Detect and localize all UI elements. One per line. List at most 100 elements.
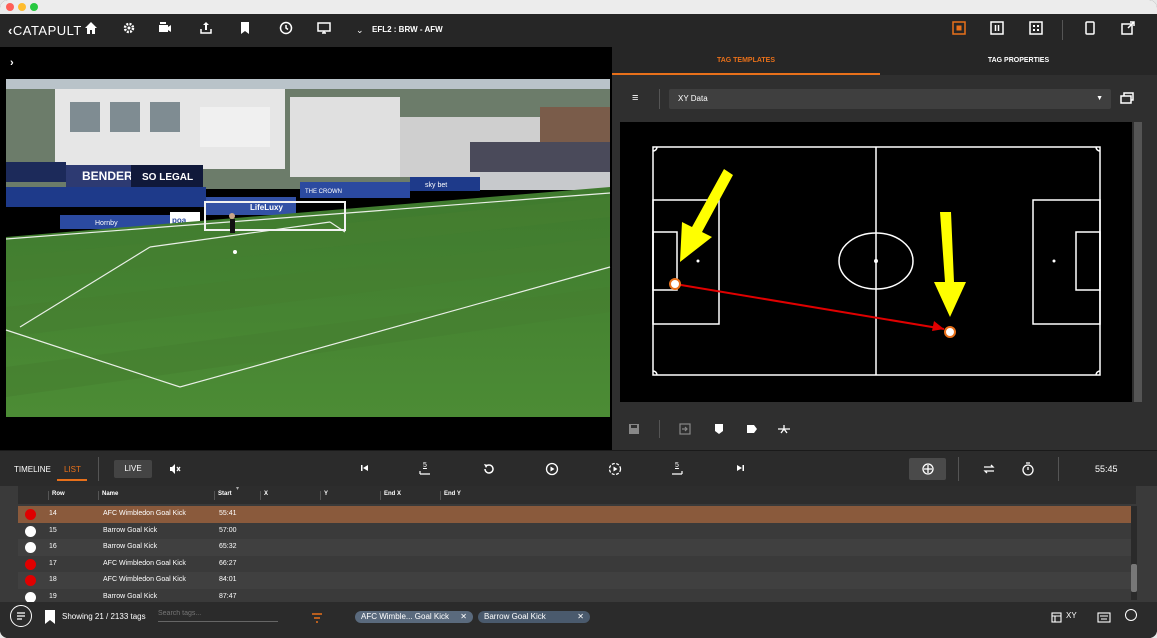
- bookmarks-icon[interactable]: [43, 609, 57, 630]
- table-scrollbar[interactable]: [1131, 506, 1137, 600]
- banner-lifeluxy: LifeLuxy: [250, 203, 283, 212]
- upload-icon[interactable]: [199, 21, 213, 39]
- crosshair-icon: [922, 463, 934, 475]
- table-row[interactable]: 17 AFC Wimbledon Goal Kick 66:27: [18, 555, 1136, 573]
- video-player[interactable]: › BENDER SO LEGAL LifeLuxy Hornby poa TH…: [0, 47, 612, 450]
- zoom-window-button[interactable]: [30, 3, 38, 11]
- table-row[interactable]: 15 Barrow Goal Kick 57:00: [18, 522, 1136, 540]
- mute-icon[interactable]: [168, 462, 182, 479]
- frame-step-icon[interactable]: [608, 462, 622, 479]
- right-penalty-box: [1032, 199, 1101, 325]
- clock-icon[interactable]: [279, 21, 293, 39]
- timeline-divider-time: [1058, 457, 1059, 481]
- camera-icon[interactable]: [158, 21, 172, 39]
- import-icon[interactable]: [679, 422, 691, 440]
- tag-start: 57:00: [219, 526, 237, 534]
- tag-start: 65:32: [219, 543, 237, 550]
- replay-icon[interactable]: [482, 462, 496, 479]
- timeline-divider-right: [958, 457, 959, 481]
- filter-chip-label: AFC Wimble... Goal Kick: [361, 612, 450, 621]
- video-frame: BENDER SO LEGAL LifeLuxy Hornby poa THE …: [5, 79, 611, 417]
- banner-sky-bet: sky bet: [425, 182, 447, 189]
- shield-tag-icon[interactable]: [713, 422, 725, 440]
- team-color-dot: [25, 558, 36, 570]
- column-row[interactable]: Row: [48, 491, 65, 500]
- table-view-icon[interactable]: [1051, 610, 1062, 628]
- list-menu-button[interactable]: [10, 605, 32, 627]
- tab-tag-templates[interactable]: TAG TEMPLATES: [612, 57, 880, 64]
- row-number: 17: [49, 559, 57, 567]
- table-scrollbar-thumb[interactable]: [1131, 564, 1137, 592]
- step-back-5-label: 5: [423, 462, 427, 469]
- end-point-marker[interactable]: [944, 326, 956, 338]
- table-row[interactable]: 14 AFC Wimbledon Goal Kick 55:41: [18, 506, 1136, 523]
- play-icon[interactable]: [545, 462, 559, 479]
- selector-divider: [659, 89, 660, 109]
- column-end-y[interactable]: End Y: [440, 491, 461, 500]
- catapult-logo: ‹CATAPULT: [8, 23, 82, 38]
- tab-timeline[interactable]: TIMELINE: [14, 465, 51, 474]
- start-point-marker[interactable]: [669, 278, 681, 290]
- table-row[interactable]: 18 AFC Wimbledon Goal Kick 84:01: [18, 572, 1136, 589]
- column-y[interactable]: Y: [320, 491, 328, 500]
- tag-start: 84:01: [219, 576, 237, 583]
- list-lines-icon: [17, 612, 25, 620]
- column-start[interactable]: Start: [214, 491, 232, 500]
- template-dropdown[interactable]: XY Data ▼: [669, 89, 1111, 109]
- xy-toggle[interactable]: XY: [1066, 611, 1077, 620]
- layout-split-icon[interactable]: [990, 21, 1004, 39]
- right-six-yard-box: [1075, 231, 1101, 291]
- menu-icon[interactable]: ≡: [632, 92, 638, 104]
- banner-the-crown: THE CROWN: [305, 189, 342, 195]
- tag-name: AFC Wimbledon Goal Kick: [103, 510, 186, 517]
- filter-chip[interactable]: Barrow Goal Kick ✕: [478, 611, 590, 623]
- loop-icon[interactable]: [982, 462, 996, 479]
- stopwatch-icon[interactable]: [1021, 462, 1035, 479]
- banner-so-legal: SO LEGAL: [142, 172, 193, 183]
- xy-pitch-canvas[interactable]: [620, 122, 1132, 402]
- split-arrows-icon[interactable]: [777, 422, 791, 440]
- save-icon[interactable]: [628, 422, 640, 440]
- skip-end-icon[interactable]: [735, 462, 745, 477]
- match-selector[interactable]: EFL2 : BRW - AFW: [372, 25, 443, 34]
- keyboard-icon[interactable]: [1097, 610, 1111, 628]
- external-icon[interactable]: [1121, 21, 1135, 39]
- layout-grid-icon[interactable]: [1029, 21, 1043, 39]
- layout-toggle-icon[interactable]: [1120, 91, 1134, 110]
- live-button[interactable]: LIVE: [114, 460, 152, 478]
- home-icon[interactable]: [84, 21, 98, 39]
- close-window-button[interactable]: [6, 3, 14, 11]
- remove-filter-icon[interactable]: ✕: [460, 611, 467, 623]
- tab-list[interactable]: LIST: [64, 465, 81, 474]
- bookmark-icon[interactable]: [238, 21, 252, 39]
- tablet-icon[interactable]: [1083, 21, 1097, 39]
- gear-icon[interactable]: [122, 21, 136, 39]
- filter-icon[interactable]: [311, 610, 323, 628]
- tag-name: AFC Wimbledon Goal Kick: [103, 559, 186, 567]
- table-header: Row Name Start X Y End X End Y ▾: [18, 486, 1136, 504]
- monitor-icon[interactable]: [317, 21, 331, 39]
- row-number: 14: [49, 510, 57, 517]
- minimize-window-button[interactable]: [18, 3, 26, 11]
- table-row[interactable]: 16 Barrow Goal Kick 65:32: [18, 539, 1136, 556]
- team-color-dot: [25, 575, 36, 586]
- banner-bender: BENDER: [82, 169, 133, 183]
- crosshair-button[interactable]: [909, 458, 946, 480]
- tools-divider: [659, 420, 660, 438]
- status-indicator-icon[interactable]: [1125, 609, 1137, 621]
- tab-tag-properties[interactable]: TAG PROPERTIES: [880, 57, 1157, 64]
- pitch-scrollbar[interactable]: [1134, 122, 1142, 402]
- label-tag-icon[interactable]: [746, 422, 758, 440]
- layout-single-icon[interactable]: [952, 21, 966, 39]
- chevron-down-icon[interactable]: ⌄: [356, 21, 364, 39]
- column-end-x[interactable]: End X: [380, 491, 401, 500]
- filter-chip[interactable]: AFC Wimble... Goal Kick ✕: [355, 611, 473, 623]
- column-x[interactable]: X: [260, 491, 268, 500]
- row-number: 18: [49, 576, 57, 583]
- step-back-5-icon[interactable]: 5: [418, 462, 432, 479]
- remove-filter-icon[interactable]: ✕: [577, 611, 584, 623]
- step-forward-5-icon[interactable]: 5: [670, 462, 684, 479]
- search-tags-input[interactable]: [158, 606, 278, 622]
- skip-start-icon[interactable]: [360, 462, 370, 477]
- column-name[interactable]: Name: [98, 491, 118, 500]
